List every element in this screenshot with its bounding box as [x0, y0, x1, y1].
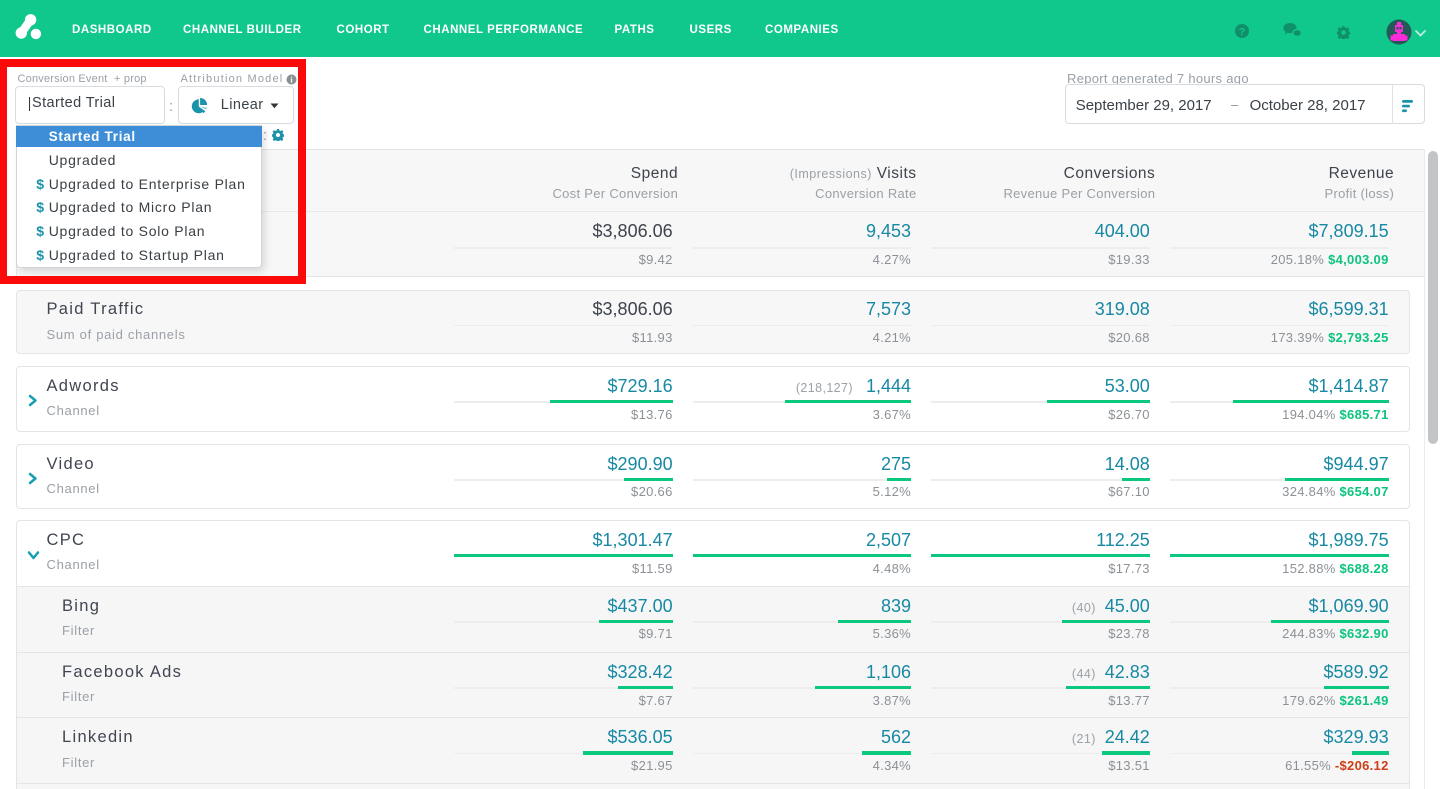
svg-text:?: ?: [1239, 26, 1245, 38]
